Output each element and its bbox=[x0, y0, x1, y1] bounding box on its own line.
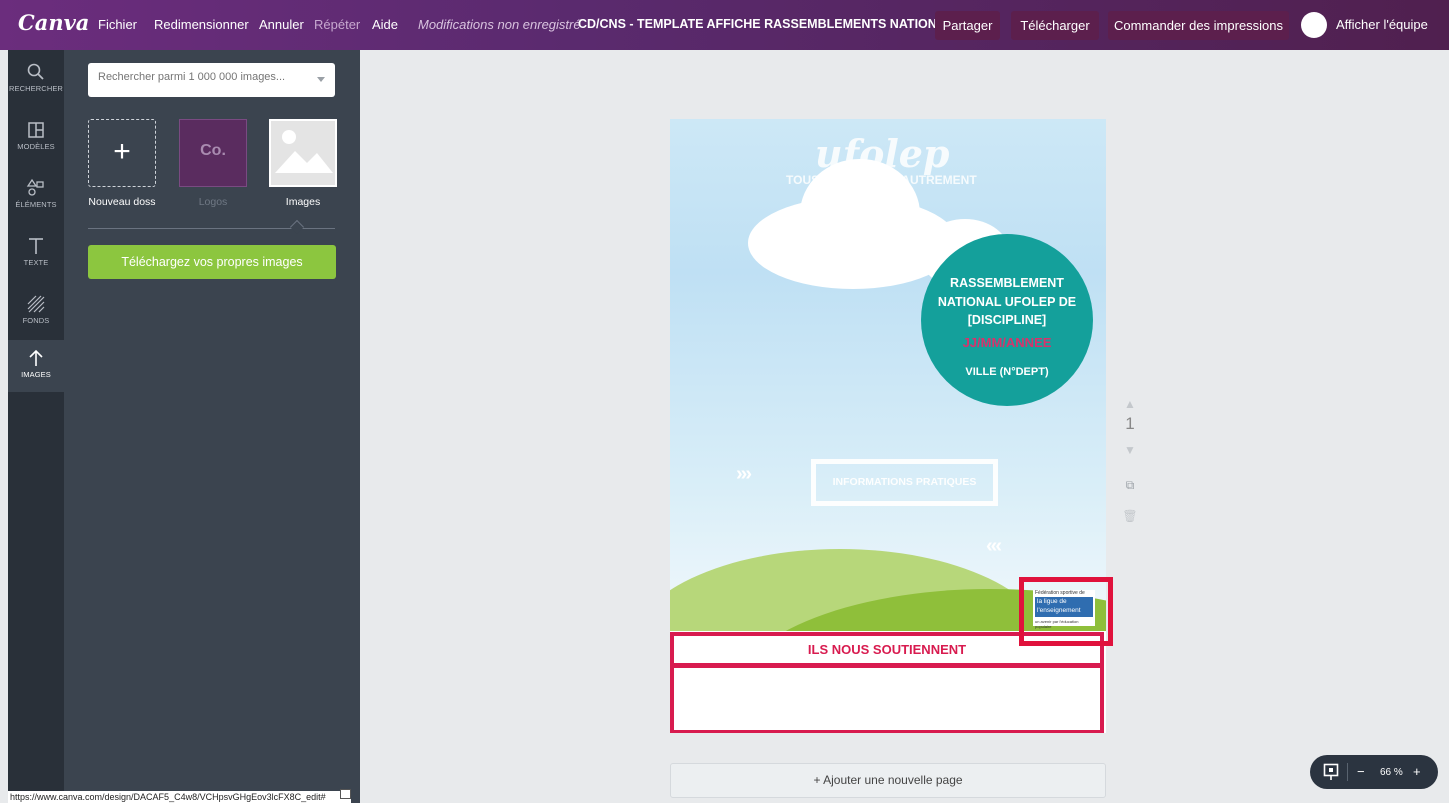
text-icon bbox=[29, 238, 43, 254]
folder-thumbnail-text: Co. bbox=[200, 142, 226, 159]
event-badge[interactable]: RASSEMBLEMENT NATIONAL UFOLEP DE [DISCIP… bbox=[921, 234, 1093, 406]
show-team-button[interactable]: Afficher l'équipe bbox=[1336, 17, 1428, 32]
menu-file[interactable]: Fichier bbox=[98, 17, 137, 32]
download-button[interactable]: Télécharger bbox=[1011, 11, 1099, 40]
resize-corner bbox=[340, 789, 351, 799]
share-button[interactable]: Partager bbox=[935, 11, 1000, 40]
folder-label[interactable]: Images bbox=[269, 196, 337, 208]
page-down-icon[interactable]: ▼ bbox=[1122, 443, 1138, 457]
zoom-control: − 66 % + bbox=[1310, 755, 1438, 789]
images-folder-tile[interactable] bbox=[269, 119, 337, 187]
layout-icon bbox=[28, 122, 44, 138]
rail-label: FONDS bbox=[22, 316, 50, 325]
page-up-icon[interactable]: ▲ bbox=[1122, 397, 1138, 411]
rail-text[interactable]: TEXTE bbox=[8, 228, 64, 286]
rail-label: IMAGES bbox=[21, 370, 51, 379]
save-status: Modifications non enregistrées bbox=[418, 17, 580, 32]
image-placeholder-icon bbox=[271, 121, 335, 185]
duplicate-page-icon[interactable]: ⧉ bbox=[1122, 478, 1138, 493]
left-rail: RECHERCHER MODÈLES ÉLÉMENTS TEXTE FONDS … bbox=[8, 50, 64, 803]
status-url: https://www.canva.com/design/DACAF5_C4w8… bbox=[8, 791, 351, 803]
event-title[interactable]: RASSEMBLEMENT NATIONAL UFOLEP DE [DISCIP… bbox=[921, 274, 1093, 330]
rail-search[interactable]: RECHERCHER bbox=[8, 54, 64, 112]
team-avatar[interactable] bbox=[1301, 12, 1327, 38]
arrows-left-decoration[interactable]: ‹‹‹ bbox=[986, 535, 1002, 558]
add-page-button[interactable]: + Ajouter une nouvelle page bbox=[670, 763, 1106, 798]
menu-help[interactable]: Aide bbox=[372, 17, 398, 32]
cloud-shape bbox=[800, 159, 920, 269]
canva-logo[interactable]: Canva bbox=[18, 10, 89, 35]
upload-images-button[interactable]: Téléchargez vos propres images bbox=[88, 245, 336, 279]
logos-folder-tile[interactable]: Co. bbox=[179, 119, 247, 187]
rail-label: ÉLÉMENTS bbox=[15, 200, 57, 209]
new-folder-tile[interactable]: + bbox=[88, 119, 156, 187]
menu-resize[interactable]: Redimensionner bbox=[154, 17, 249, 32]
uploads-panel: + Nouveau doss Co. Logos Images Téléchar… bbox=[64, 50, 360, 803]
menu-undo[interactable]: Annuler bbox=[259, 17, 304, 32]
zoom-in-button[interactable]: + bbox=[1413, 764, 1421, 779]
chevron-down-icon[interactable] bbox=[317, 77, 325, 82]
zoom-level[interactable]: 66 % bbox=[1380, 767, 1403, 778]
search-icon bbox=[27, 63, 44, 80]
upload-arrow-icon bbox=[29, 349, 43, 366]
document-title[interactable]: CD/CNS - TEMPLATE AFFICHE RASSEMBLEMENTS… bbox=[578, 17, 963, 31]
search-input[interactable] bbox=[98, 71, 308, 83]
folder-label[interactable]: Nouveau doss bbox=[88, 196, 156, 208]
divider bbox=[1347, 763, 1348, 781]
arrows-right-decoration[interactable]: ››› bbox=[736, 463, 752, 486]
rail-label: MODÈLES bbox=[17, 142, 55, 151]
sponsors-box[interactable] bbox=[670, 664, 1104, 733]
order-prints-button[interactable]: Commander des impressions bbox=[1108, 11, 1289, 40]
event-date[interactable]: JJ/MM/ANNEE bbox=[921, 335, 1093, 350]
rail-templates[interactable]: MODÈLES bbox=[8, 112, 64, 170]
rail-label: RECHERCHER bbox=[9, 84, 63, 93]
menu-redo[interactable]: Répéter bbox=[314, 17, 360, 32]
folder-label[interactable]: Logos bbox=[179, 196, 247, 208]
active-folder-indicator bbox=[289, 219, 305, 235]
presentation-icon[interactable] bbox=[1323, 763, 1339, 781]
logo-frame[interactable] bbox=[1019, 577, 1113, 646]
rail-backgrounds[interactable]: FONDS bbox=[8, 286, 64, 344]
info-box[interactable]: INFORMATIONS PRATIQUES bbox=[811, 459, 998, 506]
rail-elements[interactable]: ÉLÉMENTS bbox=[8, 170, 64, 228]
page-number: 1 bbox=[1125, 414, 1135, 433]
image-search[interactable] bbox=[88, 63, 335, 97]
event-city[interactable]: VILLE (N°DEPT) bbox=[921, 366, 1093, 378]
pattern-icon bbox=[27, 295, 45, 313]
rail-images[interactable]: IMAGES bbox=[8, 340, 64, 392]
rail-label: TEXTE bbox=[23, 258, 49, 267]
shapes-icon bbox=[26, 178, 44, 196]
plus-icon: + bbox=[113, 135, 131, 168]
top-bar: Canva Fichier Redimensionner Annuler Rép… bbox=[0, 0, 1449, 50]
zoom-out-button[interactable]: − bbox=[1357, 764, 1365, 779]
delete-page-icon[interactable]: 🗑 bbox=[1122, 509, 1138, 523]
